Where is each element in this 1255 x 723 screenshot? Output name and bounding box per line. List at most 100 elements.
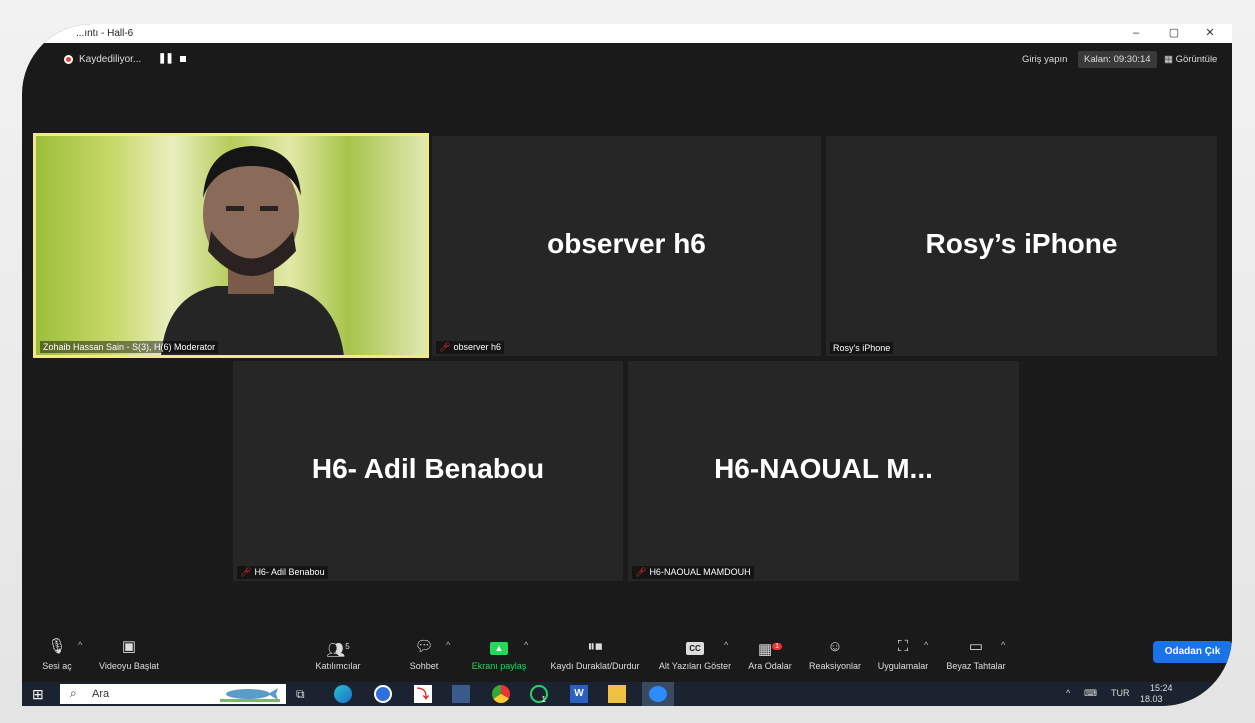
pdf-reader-icon[interactable]: ⤵ — [414, 685, 432, 703]
breakout-rooms-icon: ▦ 1 — [746, 636, 794, 658]
video-tile-adil[interactable]: H6- Adil Benabou 🎤︎ H6- Adil Benabou — [233, 361, 623, 581]
zoom-window: ...ıntı - Hall-6 – ▢ ✕ Kaydediliyor... ❚… — [22, 24, 1232, 706]
close-button[interactable]: ✕ — [1198, 26, 1222, 42]
task-view-icon[interactable]: ⧉ — [296, 685, 314, 703]
edge-icon[interactable] — [334, 685, 352, 703]
chat-caret-icon[interactable]: ^ — [446, 640, 450, 650]
view-label: Görüntüle — [1175, 54, 1218, 65]
reactions-icon: ☺︎ — [827, 638, 843, 655]
chrome-icon[interactable] — [492, 685, 510, 703]
participants-icon: 👥︎5 — [326, 642, 350, 659]
meeting-toolbar: 🎙︎ Sesi aç ^ ▣ Videoyu Başlat 👥︎5 Katılı… — [22, 634, 1232, 682]
whatsapp-badge: 1 — [541, 695, 546, 704]
video-tile-moderator[interactable]: Zohaib Hassan Sain - S(3), H(6) Moderato… — [33, 133, 429, 358]
breakout-rooms-label: Ara Odalar — [748, 661, 792, 671]
sign-in-link[interactable]: Giriş yapın — [1022, 54, 1067, 65]
share-screen-icon: ▲ — [468, 636, 530, 658]
windows-taskbar: ⊞ ⌕ Ara ⧉ ⤵ 1 W ^ ⌨ TUR 15:24 18.03 — [22, 682, 1232, 706]
tray-overflow-icon[interactable]: ^ — [1066, 688, 1070, 698]
participant-display-name: H6- Adil Benabou — [311, 453, 545, 484]
whatsapp-icon[interactable]: 1 — [530, 685, 548, 704]
captions-icon: CC — [656, 636, 734, 658]
window-title: ...ıntı - Hall-6 — [76, 28, 134, 39]
participants-button[interactable]: 👥︎5 Katılımcılar — [310, 636, 366, 671]
reactions-label: Reaksiyonlar — [808, 661, 862, 671]
pause-stop-icon: ⏸︎⏹︎ — [587, 638, 603, 655]
video-off-icon: ▣ — [121, 638, 137, 655]
whiteboards-label: Beyaz Tahtalar — [946, 661, 1006, 671]
mic-off-icon: 🎙︎ — [47, 638, 67, 655]
share-caret-icon[interactable]: ^ — [524, 640, 528, 650]
participant-name: H6-NAOUAL MAMDOUH — [649, 567, 751, 577]
view-button[interactable]: ▦ Görüntüle — [1164, 54, 1217, 65]
clock-date[interactable]: 18.03 — [1140, 694, 1163, 704]
participant-display-name: Rosy’s iPhone — [925, 228, 1118, 259]
start-video-label: Videoyu Başlat — [99, 661, 159, 671]
participant-video — [161, 146, 344, 355]
participant-name-bar: 🎤︎ H6-NAOUAL MAMDOUH — [632, 566, 754, 579]
screenshot-frame: ...ıntı - Hall-6 – ▢ ✕ Kaydediliyor... ❚… — [0, 0, 1255, 723]
taskbar-search-box[interactable]: ⌕ Ara — [60, 684, 286, 704]
whale-search-highlight-icon — [220, 688, 280, 702]
calculator-icon[interactable] — [452, 685, 470, 703]
record-dot-icon — [64, 55, 73, 64]
minimize-button[interactable]: – — [1124, 26, 1148, 42]
reactions-button[interactable]: ☺︎ Reaksiyonlar — [807, 636, 863, 671]
participant-name: H6- Adil Benabou — [254, 567, 325, 577]
participant-name-bar: 🎤︎ observer h6 — [436, 341, 504, 354]
participant-name: Rosy's iPhone — [830, 342, 894, 354]
chat-label: Sohbet — [409, 661, 439, 671]
mic-muted-icon: 🎤︎ — [635, 567, 647, 577]
keyboard-icon[interactable]: ⌨ — [1084, 688, 1097, 699]
participants-count: 5 — [345, 642, 350, 651]
show-captions-label: Alt Yazıları Göster — [658, 661, 732, 671]
participant-display-name: observer h6 — [547, 228, 706, 259]
whiteboard-caret-icon[interactable]: ^ — [1001, 640, 1005, 650]
apps-label: Uygulamalar — [877, 661, 929, 671]
recording-label: Kaydediliyor... — [79, 54, 142, 65]
video-tile-naoual[interactable]: H6-NAOUAL M... 🎤︎ H6-NAOUAL MAMDOUH — [628, 361, 1019, 581]
audio-options-caret-icon[interactable]: ^ — [78, 640, 82, 650]
mic-muted-icon: 🎤︎ — [240, 567, 252, 577]
input-language[interactable]: TUR — [1111, 688, 1130, 698]
breakout-rooms-button[interactable]: ▦ 1 Ara Odalar — [746, 636, 794, 671]
pause-recording-icon[interactable]: ❚❚ — [158, 53, 174, 64]
participant-display-name: H6-NAOUAL M... — [714, 453, 933, 484]
title-bar: ...ıntı - Hall-6 – ▢ ✕ — [22, 24, 1232, 43]
captions-caret-icon[interactable]: ^ — [724, 640, 728, 650]
apps-caret-icon[interactable]: ^ — [924, 640, 928, 650]
participant-name: observer h6 — [453, 342, 501, 352]
clock-time[interactable]: 15:24 — [1150, 683, 1173, 693]
recording-indicator: Kaydediliyor... ❚❚ — [54, 51, 194, 69]
pause-stop-recording-button[interactable]: ⏸︎⏹︎ Kaydı Duraklat/Durdur — [544, 636, 646, 671]
start-video-button[interactable]: ▣ Videoyu Başlat — [94, 636, 164, 671]
whiteboard-icon: ▭ — [968, 638, 984, 655]
participant-name: Zohaib Hassan Sain - S(3), H(6) Moderato… — [40, 341, 219, 353]
zoom-icon — [649, 686, 667, 702]
participant-name-bar: 🎤︎ H6- Adil Benabou — [237, 566, 328, 579]
share-screen-button[interactable]: ▲ Ekranı paylaş — [468, 636, 530, 671]
search-placeholder: Ara — [92, 688, 110, 700]
mic-muted-icon: 🎤︎ — [439, 342, 451, 352]
whiteboards-button[interactable]: ▭ Beyaz Tahtalar — [942, 636, 1010, 671]
show-captions-button[interactable]: CC Alt Yazıları Göster — [656, 636, 734, 671]
word-icon[interactable]: W — [570, 685, 588, 703]
video-tile-rosy[interactable]: Rosy’s iPhone Rosy's iPhone — [826, 136, 1217, 356]
file-explorer-icon[interactable] — [608, 685, 626, 703]
windows-start-icon[interactable]: ⊞ — [32, 685, 50, 703]
participants-label: Katılımcılar — [315, 661, 361, 671]
search-icon: ⌕ — [70, 686, 77, 700]
restore-button[interactable]: ▢ — [1162, 26, 1186, 42]
browser-icon[interactable] — [374, 685, 392, 703]
unmute-label: Sesi aç — [42, 661, 72, 671]
stop-recording-icon[interactable] — [180, 56, 186, 62]
chat-button[interactable]: 💬︎ Sohbet — [404, 636, 444, 671]
leave-room-button[interactable]: Odadan Çık — [1153, 641, 1232, 663]
grid-icon: ▦ — [1164, 54, 1176, 65]
time-remaining: Kalan: 09:30:14 — [1078, 51, 1157, 68]
unmute-button[interactable]: 🎙︎ Sesi aç — [40, 636, 74, 671]
zoom-taskbar-button[interactable] — [642, 682, 674, 706]
share-screen-label: Ekranı paylaş — [471, 661, 527, 671]
video-tile-observer[interactable]: observer h6 🎤︎ observer h6 — [432, 136, 821, 356]
breakout-badge: 1 — [772, 643, 783, 650]
